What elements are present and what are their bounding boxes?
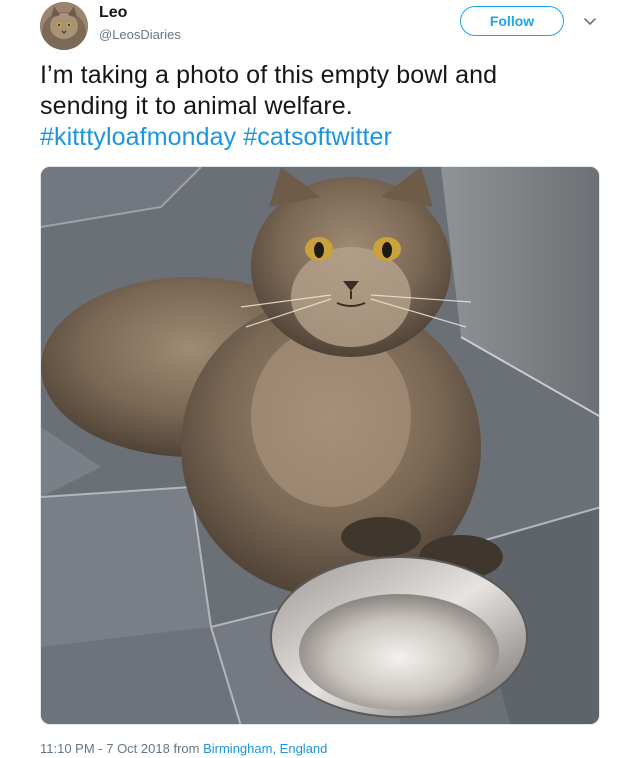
chevron-down-icon[interactable]: [582, 13, 598, 29]
user-handle[interactable]: @LeosDiaries: [99, 27, 181, 42]
tweet-footer: 11:10 PM - 7 Oct 2018 from Birmingham, E…: [40, 741, 327, 756]
tweet-text-line-1: I’m taking a photo of this empty bowl an…: [40, 61, 498, 89]
tweet-text: I’m taking a photo of this empty bowl an…: [40, 60, 610, 153]
footer-from: from: [173, 741, 200, 756]
tweet-timestamp[interactable]: 11:10 PM - 7 Oct 2018: [40, 741, 170, 756]
tweet-text-line-2: sending it to animal welfare.: [40, 92, 353, 120]
follow-button[interactable]: Follow: [460, 6, 564, 36]
user-name[interactable]: Leo: [99, 4, 127, 22]
cat-photo-illustration: [41, 167, 599, 724]
tweet-hashtags: #kitttyloafmonday #catsoftwitter: [40, 122, 610, 153]
tweet-header: Leo @LeosDiaries Follow: [0, 0, 640, 60]
hashtag-kitttyloafmonday[interactable]: #kitttyloafmonday: [40, 123, 236, 151]
tweet-location[interactable]: Birmingham, England: [203, 741, 327, 756]
hashtag-catsoftwitter[interactable]: #catsoftwitter: [243, 123, 392, 151]
avatar[interactable]: [40, 2, 88, 50]
tweet-photo[interactable]: [40, 166, 600, 725]
